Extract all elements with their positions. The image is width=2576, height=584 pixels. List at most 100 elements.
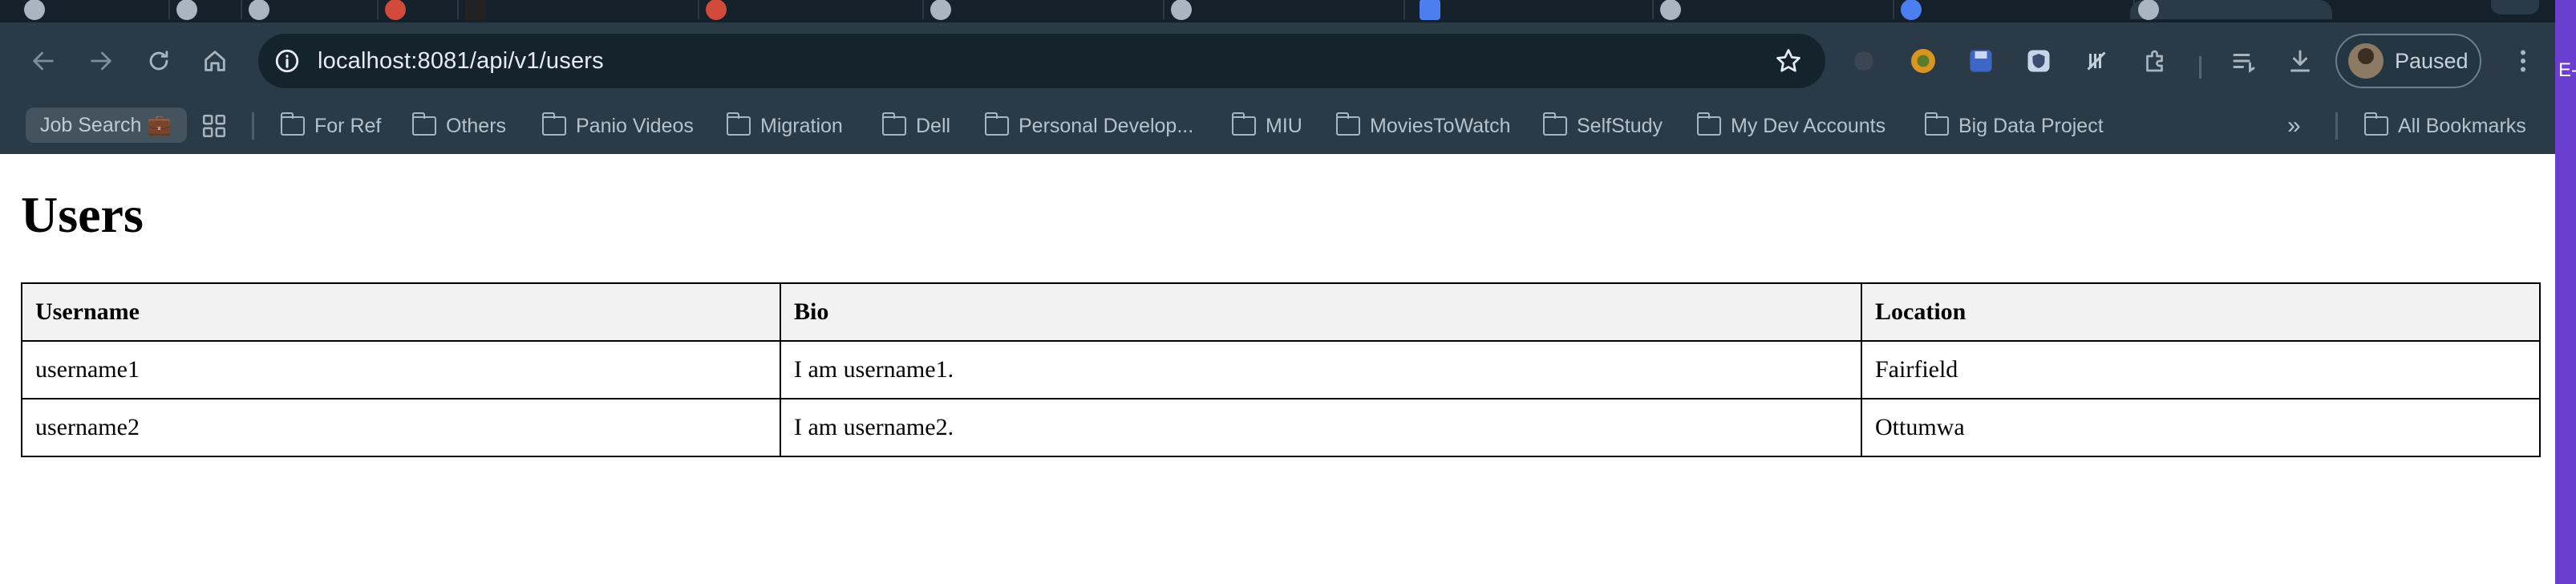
home-icon bbox=[205, 51, 225, 71]
bookmark-label: Migration bbox=[760, 114, 843, 137]
desktop-edge-text: E- bbox=[2558, 59, 2576, 81]
bookmark-folder[interactable]: Personal Develop... bbox=[984, 107, 1194, 144]
bookmarks-overflow-button[interactable]: » bbox=[2287, 107, 2301, 144]
toolbar-divider bbox=[2199, 56, 2201, 79]
table-row: username2 I am username2. Ottumwa bbox=[21, 398, 2541, 457]
bookmark-folder[interactable]: Migration bbox=[726, 107, 843, 144]
bookmark-folder[interactable]: MIU bbox=[1231, 107, 1302, 144]
folder-icon bbox=[1231, 112, 1256, 136]
tab[interactable] bbox=[1412, 0, 1654, 20]
chat-extension-icon[interactable] bbox=[1848, 45, 1880, 77]
bookmark-star-icon[interactable] bbox=[1772, 45, 1804, 77]
extension-blocked-icon[interactable] bbox=[2080, 45, 2112, 77]
folder-icon bbox=[881, 112, 906, 136]
tab-favicon-icon bbox=[2138, 0, 2159, 20]
bookmark-label: MIU bbox=[1266, 114, 1302, 137]
tab[interactable] bbox=[168, 0, 242, 20]
bookmark-folder[interactable]: SelfStudy bbox=[1542, 107, 1663, 144]
extension-shield-icon[interactable] bbox=[2023, 45, 2055, 77]
arrow-left-icon bbox=[33, 51, 54, 71]
reload-button[interactable] bbox=[136, 39, 181, 83]
profile-button[interactable]: Paused bbox=[2335, 34, 2481, 88]
folder-icon bbox=[726, 112, 751, 136]
bookmark-folder[interactable]: Big Data Project bbox=[1924, 107, 2104, 144]
bookmark-label: MoviesToWatch bbox=[1370, 114, 1511, 137]
extension-orange-icon[interactable] bbox=[1907, 45, 1939, 77]
bookmark-folder[interactable]: Panio Videos bbox=[541, 107, 694, 144]
bookmark-label: Job Search 💼 bbox=[40, 113, 172, 136]
folder-icon bbox=[1696, 112, 1721, 136]
tab[interactable] bbox=[241, 0, 379, 20]
folder-icon bbox=[1335, 112, 1360, 136]
all-bookmarks-button[interactable]: All Bookmarks bbox=[2363, 107, 2526, 144]
tab-favicon-icon bbox=[24, 0, 45, 20]
cell-username: username1 bbox=[21, 340, 781, 399]
column-header-location: Location bbox=[1861, 282, 2541, 342]
tab-favicon-icon bbox=[1171, 0, 1192, 20]
bookmarks-bar: Job Search 💼 For Ref Others Panio Videos… bbox=[0, 99, 2555, 154]
back-button[interactable] bbox=[21, 39, 66, 83]
table-row: username1 I am username1. Fairfield bbox=[21, 340, 2541, 399]
cell-username: username2 bbox=[21, 398, 781, 457]
cell-location: Fairfield bbox=[1861, 340, 2541, 399]
cell-bio: I am username1. bbox=[780, 340, 1862, 399]
folder-icon bbox=[1542, 112, 1567, 136]
arrow-right-icon bbox=[91, 51, 111, 71]
tab[interactable] bbox=[1893, 0, 2135, 20]
tab-favicon-icon bbox=[706, 0, 727, 20]
tab[interactable] bbox=[377, 0, 459, 20]
tab[interactable] bbox=[16, 0, 170, 20]
tab-favicon-icon bbox=[385, 0, 406, 20]
reload-icon bbox=[149, 51, 168, 71]
tab-favicon-icon bbox=[465, 0, 486, 20]
home-button[interactable] bbox=[192, 39, 237, 83]
tab[interactable] bbox=[1652, 0, 1894, 20]
table-header-row: Username Bio Location bbox=[21, 282, 2541, 342]
extensions-puzzle-icon[interactable] bbox=[2140, 45, 2172, 77]
bookmark-label: My Dev Accounts bbox=[1731, 114, 1886, 137]
bookmark-label: Others bbox=[446, 114, 507, 137]
address-bar[interactable]: localhost:8081/api/v1/users bbox=[258, 34, 1825, 88]
folder-icon bbox=[541, 112, 566, 136]
tab[interactable] bbox=[698, 0, 924, 20]
column-header-username: Username bbox=[21, 282, 781, 342]
download-icon[interactable] bbox=[2284, 45, 2316, 77]
forward-button[interactable] bbox=[79, 39, 124, 83]
toolbar: localhost:8081/api/v1/users Paused bbox=[0, 22, 2555, 99]
bookmark-folder[interactable]: For Ref bbox=[280, 107, 382, 144]
bookmark-folder[interactable]: Others bbox=[411, 107, 507, 144]
tab-active[interactable] bbox=[2130, 0, 2332, 20]
bookmark-folder[interactable]: My Dev Accounts bbox=[1696, 107, 1886, 144]
bookmark-folder[interactable]: MoviesToWatch bbox=[1335, 107, 1511, 144]
apps-grid-icon[interactable] bbox=[200, 112, 228, 140]
avatar bbox=[2348, 43, 2384, 79]
tab[interactable] bbox=[457, 0, 699, 20]
tab-search-button[interactable] bbox=[2491, 0, 2539, 14]
bookmark-label: For Ref bbox=[314, 114, 382, 137]
bookmarks-divider bbox=[2335, 112, 2338, 140]
folder-icon bbox=[984, 112, 1009, 136]
bookmark-label: All Bookmarks bbox=[2398, 114, 2526, 137]
tab-favicon-icon bbox=[176, 0, 197, 20]
bookmark-label: Personal Develop... bbox=[1019, 114, 1194, 137]
tab[interactable] bbox=[922, 0, 1164, 20]
bookmark-label: Big Data Project bbox=[1958, 114, 2104, 137]
tab-favicon-icon bbox=[930, 0, 951, 20]
media-queue-icon[interactable] bbox=[2228, 45, 2260, 77]
bookmark-label: Panio Videos bbox=[576, 114, 694, 137]
tab[interactable] bbox=[1163, 0, 1405, 20]
url-text: localhost:8081/api/v1/users bbox=[318, 48, 604, 74]
site-info-icon[interactable] bbox=[271, 45, 303, 77]
bookmark-job-search[interactable]: Job Search 💼 bbox=[26, 107, 187, 143]
bookmark-label: Dell bbox=[916, 114, 951, 137]
more-menu-icon[interactable] bbox=[2507, 45, 2539, 77]
cell-bio: I am username2. bbox=[780, 398, 1862, 457]
users-table: Username Bio Location username1 I am use… bbox=[21, 282, 2541, 457]
folder-icon bbox=[280, 112, 305, 136]
browser-window: localhost:8081/api/v1/users Paused Job S… bbox=[0, 0, 2555, 584]
folder-icon bbox=[411, 112, 436, 136]
bookmark-folder[interactable]: Dell bbox=[881, 107, 951, 144]
save-extension-icon[interactable] bbox=[1965, 45, 1997, 77]
bookmarks-divider bbox=[252, 112, 254, 140]
folder-icon bbox=[2363, 112, 2388, 136]
